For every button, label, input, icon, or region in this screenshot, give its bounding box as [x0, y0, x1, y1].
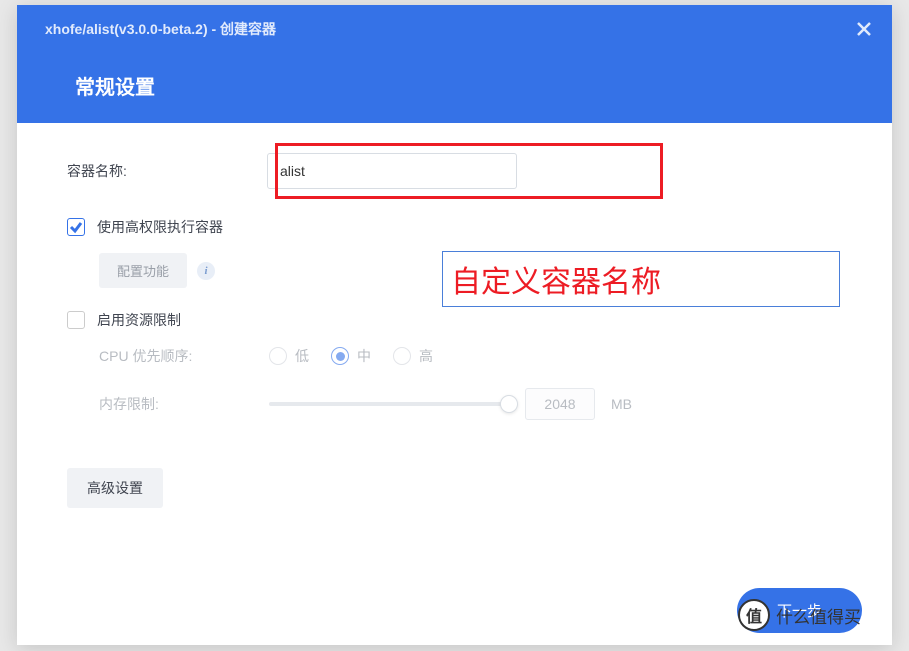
- modal-body: 容器名称: 使用高权限执行容器 配置功能 i 启用资源限制 CPU 优先顺序: …: [17, 123, 892, 645]
- annotation-text: 自定义容器名称: [451, 257, 661, 301]
- page-title: 常规设置: [75, 71, 872, 100]
- container-name-label: 容器名称:: [67, 161, 267, 181]
- checkmark-icon: [69, 220, 83, 234]
- memory-limit-row: 内存限制: MB: [99, 388, 842, 420]
- modal-header: xhofe/alist(v3.0.0-beta.2) - 创建容器 常规设置: [17, 5, 892, 123]
- next-button-label: 下一步: [777, 600, 822, 621]
- container-name-row: 容器名称:: [67, 153, 842, 189]
- cpu-label-mid: 中: [357, 346, 371, 366]
- cpu-radio-mid[interactable]: [331, 347, 349, 365]
- cpu-radio-group: 低 中 高: [269, 346, 447, 366]
- config-button[interactable]: 配置功能: [99, 253, 187, 288]
- high-privilege-label: 使用高权限执行容器: [97, 217, 223, 237]
- cpu-label-low: 低: [295, 346, 309, 366]
- cpu-priority-row: CPU 优先顺序: 低 中 高: [99, 346, 842, 366]
- memory-slider[interactable]: [269, 402, 509, 406]
- close-icon: [857, 22, 871, 36]
- memory-limit-label: 内存限制:: [99, 394, 269, 414]
- memory-unit: MB: [611, 396, 632, 412]
- modal-footer: 下一步: [17, 575, 892, 645]
- cpu-radio-low[interactable]: [269, 347, 287, 365]
- breadcrumb: xhofe/alist(v3.0.0-beta.2) - 创建容器: [45, 19, 872, 39]
- cpu-priority-label: CPU 优先顺序:: [99, 346, 269, 366]
- close-button[interactable]: [854, 19, 874, 39]
- advanced-settings-button[interactable]: 高级设置: [67, 468, 163, 508]
- resource-settings: CPU 优先顺序: 低 中 高 内存限制: MB: [99, 346, 842, 420]
- info-icon[interactable]: i: [197, 262, 215, 280]
- memory-input[interactable]: [525, 388, 595, 420]
- resource-limit-checkbox[interactable]: [67, 311, 85, 329]
- resource-limit-label: 启用资源限制: [97, 310, 181, 330]
- high-privilege-row: 使用高权限执行容器: [67, 217, 842, 237]
- high-privilege-checkbox[interactable]: [67, 218, 85, 236]
- create-container-modal: xhofe/alist(v3.0.0-beta.2) - 创建容器 常规设置 容…: [17, 5, 892, 645]
- annotation-box: 自定义容器名称: [442, 251, 840, 307]
- memory-slider-thumb[interactable]: [500, 395, 518, 413]
- container-name-input[interactable]: [267, 153, 517, 189]
- resource-limit-row: 启用资源限制: [67, 310, 842, 330]
- cpu-radio-high[interactable]: [393, 347, 411, 365]
- memory-slider-container: MB: [269, 388, 632, 420]
- next-button[interactable]: 下一步: [737, 588, 862, 633]
- cpu-label-high: 高: [419, 346, 433, 366]
